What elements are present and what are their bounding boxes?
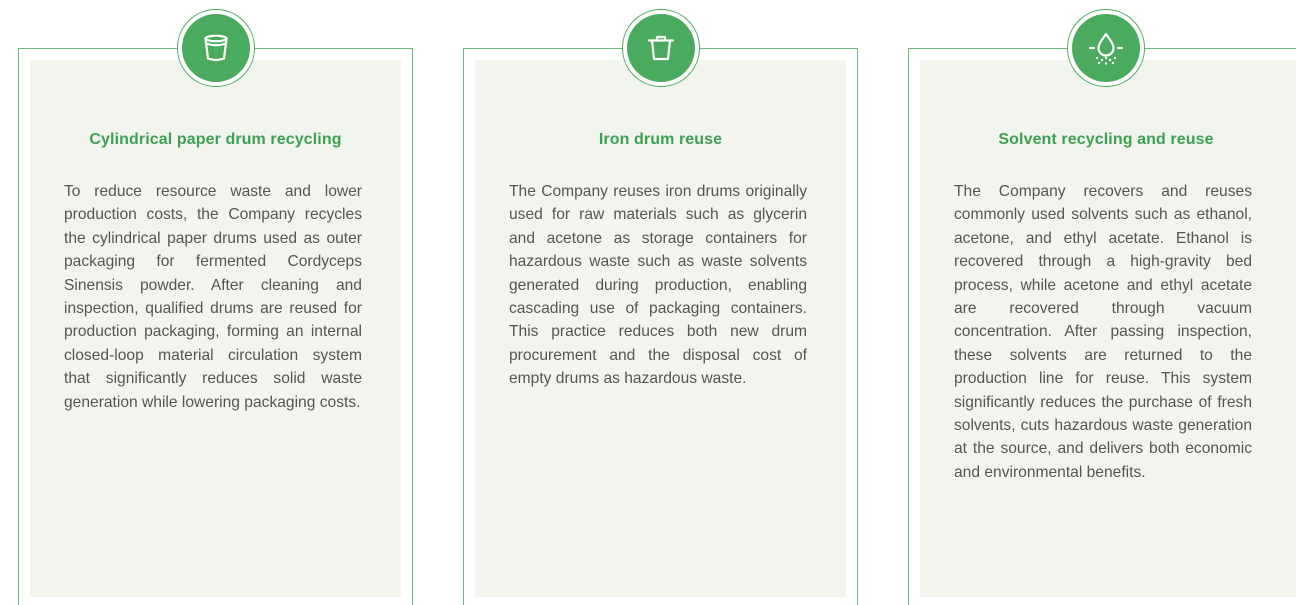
card-solvent-recycling: Solvent recycling and reuse The Company … xyxy=(908,9,1296,605)
card-title: Iron drum reuse xyxy=(598,131,723,148)
trash-bin-icon xyxy=(647,35,674,61)
card-iron-drum-reuse: Iron drum reuse The Company reuses iron … xyxy=(463,9,858,605)
icon-badge xyxy=(1067,9,1145,87)
page: Cylindrical paper drum recycling To redu… xyxy=(0,0,1296,605)
card-body: The Company reuses iron drums originally… xyxy=(509,183,807,388)
water-drop-icon xyxy=(1088,32,1124,65)
card-paper-drum-recycling: Cylindrical paper drum recycling To redu… xyxy=(18,9,413,605)
card-body: The Company recovers and reuses commonly… xyxy=(954,183,1252,481)
icon-badge xyxy=(621,9,700,87)
paper-cup-icon xyxy=(203,34,228,62)
card-body: To reduce resource waste and lower produ… xyxy=(64,183,362,411)
icon-badge xyxy=(176,9,255,87)
card-title: Cylindrical paper drum recycling xyxy=(89,131,342,148)
card-title: Solvent recycling and reuse xyxy=(998,131,1214,148)
